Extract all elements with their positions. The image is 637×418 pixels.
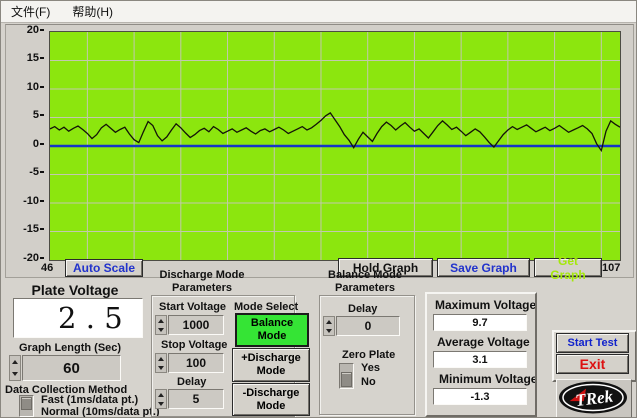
start-test-button[interactable]: Start Test [556,333,629,353]
save-graph-button[interactable]: Save Graph [437,258,530,277]
discharge-delay-stepper[interactable] [155,389,167,409]
x-axis-min-label: 46 [41,262,53,274]
pos-discharge-line2: Mode [257,365,286,378]
stop-voltage-stepper[interactable] [155,353,167,373]
y-axis-label: 0 [14,138,44,150]
average-voltage-label: Average Voltage [437,335,530,349]
start-voltage-input[interactable]: 1000 [168,315,224,335]
y-axis-label: 5 [14,109,44,121]
balance-title-line1: Balance Mode [313,269,417,282]
positive-discharge-mode-button[interactable]: +Discharge Mode [232,348,310,382]
plate-voltage-label: Plate Voltage [9,282,141,298]
balance-delay-input[interactable]: 0 [336,316,400,336]
mode-select-label: Mode Select [234,301,298,313]
neg-discharge-line1: -Discharge [243,387,300,400]
trek-logo-image: TRek [557,380,629,415]
neg-discharge-line2: Mode [257,400,286,413]
stop-voltage-label: Stop Voltage [161,339,227,351]
graph-length-input[interactable]: 60 [22,355,121,381]
graph-length-stepper[interactable] [9,355,21,381]
discharge-group-title: Discharge Mode Parameters [147,269,257,295]
trek-logo: TRek [556,379,632,418]
zero-plate-yes[interactable]: Yes [361,362,380,374]
switch-knob [341,372,352,387]
pos-discharge-line1: +Discharge [241,352,301,365]
negative-discharge-mode-button[interactable]: -Discharge Mode [232,383,310,416]
menu-bar: 文件(F) 帮助(H) [1,1,637,23]
balance-mode-button[interactable]: Balance Mode [235,313,309,347]
instrument-window: 文件(F) 帮助(H) 20 15 10 5 0 -5 -10 -15 -20 … [0,0,637,418]
minimum-voltage-label: Minimum Voltage [439,372,537,386]
y-axis-label: 20 [14,24,44,36]
plate-voltage-display: 2.5 [13,298,143,338]
get-graph-button[interactable]: Get Graph [534,258,602,277]
switch-knob [21,397,32,410]
y-axis-label: -15 [14,223,44,235]
balance-title-line2: Parameters [313,282,417,295]
balance-mode-line2: Mode [258,330,287,343]
balance-mode-line1: Balance [251,317,293,330]
menu-file[interactable]: 文件(F) [11,3,50,20]
y-axis-label: 15 [14,52,44,64]
discharge-delay-input[interactable]: 5 [168,389,224,409]
auto-scale-button[interactable]: Auto Scale [65,259,143,277]
discharge-title-line1: Discharge Mode [147,269,257,282]
x-axis-max-label: 107 [602,262,620,274]
graph-length-label: Graph Length (Sec) [19,342,121,354]
start-voltage-stepper[interactable] [155,315,167,335]
dcm-option-fast[interactable]: Fast (1ms/data pt.) [41,394,138,406]
zero-plate-no[interactable]: No [361,376,376,388]
data-collection-switch[interactable] [19,395,34,417]
voltage-stats-panel: Maximum Voltage 9.7 Average Voltage 3.1 … [425,292,537,417]
y-axis-label: -20 [14,252,44,264]
dcm-option-normal[interactable]: Normal (10ms/data pt.) [41,406,160,418]
maximum-voltage-label: Maximum Voltage [435,298,536,312]
stop-voltage-input[interactable]: 100 [168,353,224,373]
waveform-plot [49,31,621,261]
zero-plate-switch[interactable] [339,363,354,389]
test-control-panel: Start Test Exit [552,330,637,382]
start-voltage-label: Start Voltage [159,301,226,313]
average-voltage-value: 3.1 [433,351,527,368]
discharge-title-line2: Parameters [147,282,257,295]
discharge-delay-label: Delay [177,376,206,388]
maximum-voltage-value: 9.7 [433,314,527,331]
balance-delay-label: Delay [348,303,377,315]
y-axis-label: -5 [14,166,44,178]
minimum-voltage-value: -1.3 [433,388,527,405]
zero-plate-label: Zero Plate [342,349,395,361]
balance-delay-stepper[interactable] [323,316,335,336]
balance-group-title: Balance Mode Parameters [313,269,417,295]
y-axis-label: 10 [14,81,44,93]
exit-button[interactable]: Exit [556,354,629,374]
menu-help[interactable]: 帮助(H) [72,3,113,20]
y-axis-label: -10 [14,195,44,207]
